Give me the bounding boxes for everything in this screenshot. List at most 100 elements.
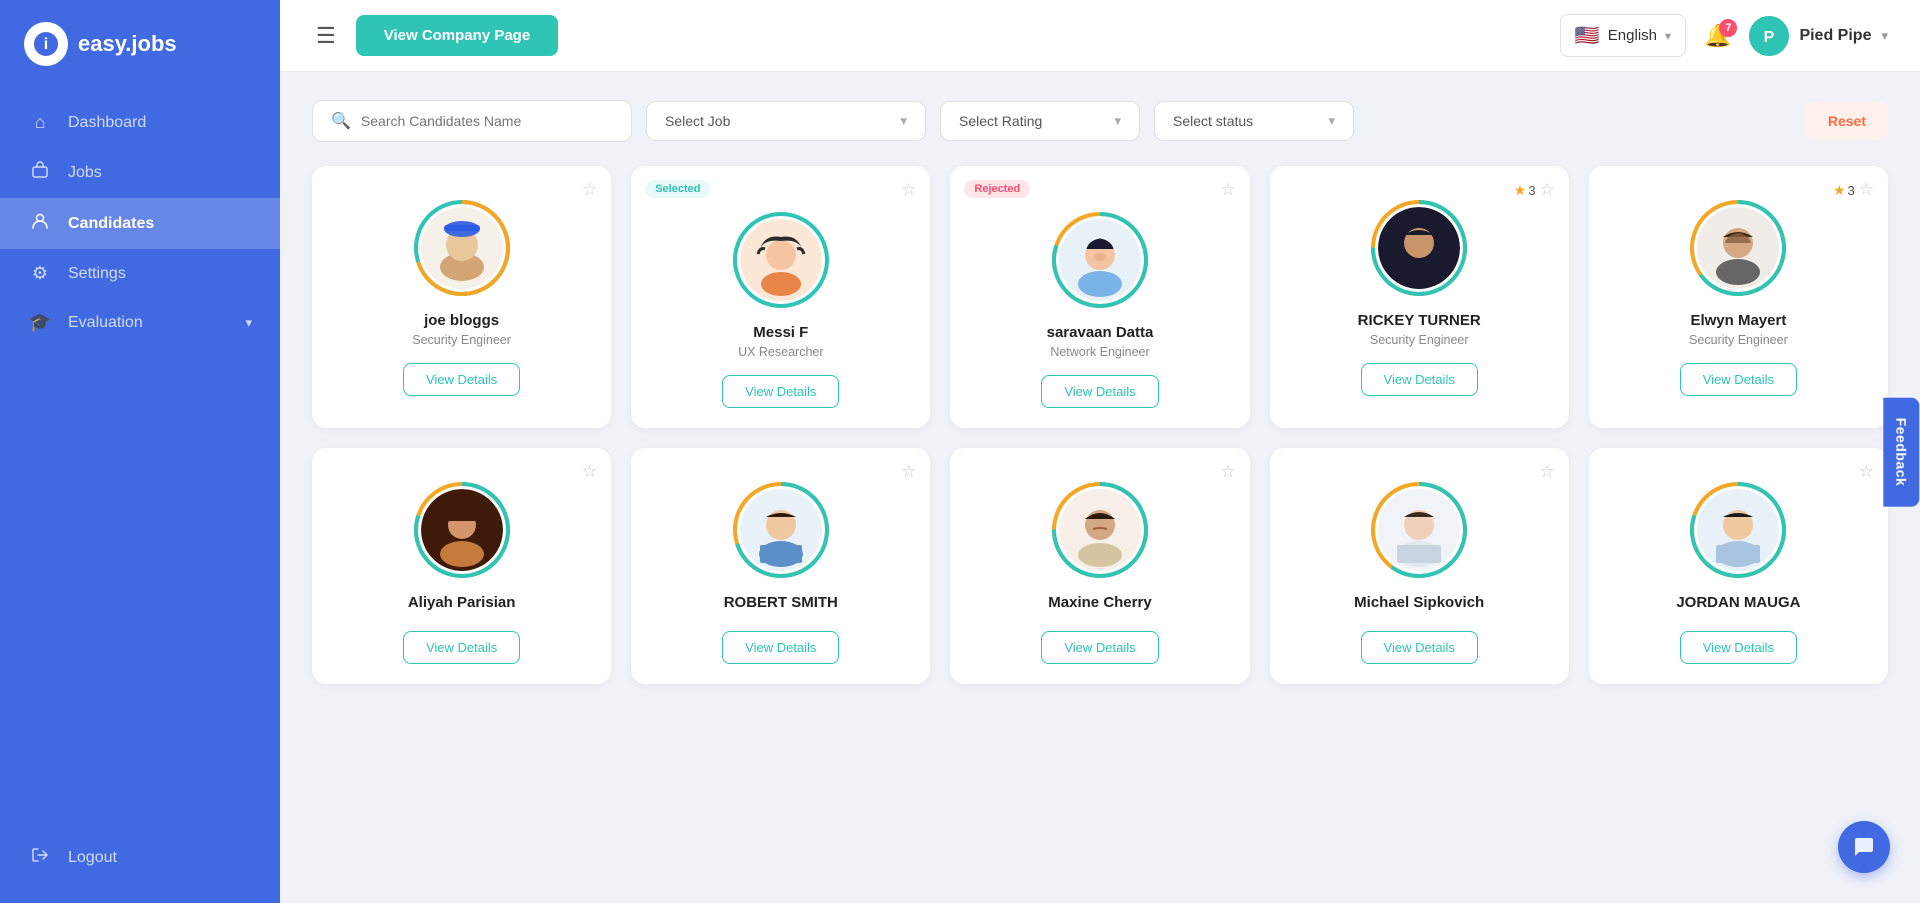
chat-button[interactable] [1838, 821, 1890, 873]
user-avatar: P [1749, 16, 1789, 56]
sidebar-logout-section: Logout [0, 816, 280, 893]
sidebar-logo: i easy.jobs [0, 0, 280, 88]
candidate-name: joe bloggs [424, 312, 499, 329]
rating-value: 3 [1848, 183, 1855, 198]
menu-button[interactable]: ☰ [312, 19, 340, 53]
avatar [421, 207, 503, 289]
view-details-button[interactable]: View Details [1041, 631, 1158, 664]
bookmark-icon[interactable]: ☆ [582, 180, 597, 200]
sidebar-item-dashboard[interactable]: ⌂ Dashboard [0, 98, 280, 147]
star-rating: ★ 3 [1833, 182, 1855, 199]
main-area: ☰ View Company Page 🇺🇸 English ▾ 🔔 7 P [280, 0, 1920, 903]
candidate-card: ☆ JORDAN MAUGA View Details [1589, 448, 1888, 684]
view-company-button[interactable]: View Company Page [356, 15, 558, 56]
avatar [740, 489, 822, 571]
user-name: Pied Pipe [1799, 27, 1871, 45]
app-name: easy.jobs [78, 31, 177, 57]
avatar-ring [1050, 210, 1150, 310]
view-details-button[interactable]: View Details [1041, 375, 1158, 408]
candidate-name: Michael Sipkovich [1354, 594, 1484, 611]
sidebar-item-evaluation[interactable]: 🎓 Evaluation ▾ [0, 298, 280, 347]
candidate-card: ☆ Maxine Cherry View Details [950, 448, 1249, 684]
notifications-button[interactable]: 🔔 7 [1704, 23, 1731, 49]
view-details-button[interactable]: View Details [722, 631, 839, 664]
svg-text:i: i [44, 36, 48, 53]
sidebar-item-label: Jobs [68, 164, 102, 182]
rating-dropdown-arrow: ▾ [1114, 113, 1121, 129]
bookmark-icon[interactable]: ☆ [1220, 462, 1235, 482]
card-top-right: ★ 3 ☆ [1514, 180, 1555, 200]
notification-badge: 7 [1719, 19, 1737, 37]
search-input[interactable] [361, 113, 613, 129]
avatar [740, 219, 822, 301]
header: ☰ View Company Page 🇺🇸 English ▾ 🔔 7 P [280, 0, 1920, 72]
search-icon: 🔍 [331, 111, 351, 131]
bookmark-icon[interactable]: ☆ [1540, 180, 1555, 200]
bookmark-icon[interactable]: ☆ [901, 462, 916, 482]
candidate-name: RICKEY TURNER [1358, 312, 1481, 329]
candidate-card: ☆ Michael Sipkovich View Details [1270, 448, 1569, 684]
svg-text:P: P [1764, 29, 1775, 46]
avatar-ring [1688, 480, 1788, 580]
select-status-dropdown[interactable]: Select status ▾ [1154, 101, 1354, 141]
candidate-card: Selected ☆ Messi F UX Researcher View De… [631, 166, 930, 428]
jobs-icon [28, 161, 52, 184]
avatar-ring [1050, 480, 1150, 580]
star-filled-icon: ★ [1833, 182, 1846, 199]
card-top-right: ☆ [1220, 180, 1235, 200]
avatar-ring [731, 210, 831, 310]
view-details-button[interactable]: View Details [403, 631, 520, 664]
view-details-button[interactable]: View Details [722, 375, 839, 408]
home-icon: ⌂ [28, 112, 52, 133]
sidebar-item-label: Settings [68, 265, 126, 283]
candidates-icon [28, 212, 52, 235]
select-rating-dropdown[interactable]: Select Rating ▾ [940, 101, 1140, 141]
candidate-name: JORDAN MAUGA [1676, 594, 1800, 611]
view-details-button[interactable]: View Details [1680, 631, 1797, 664]
header-right: 🇺🇸 English ▾ 🔔 7 P Pied Pipe ▾ [1560, 14, 1888, 57]
view-details-button[interactable]: View Details [1361, 363, 1478, 396]
candidate-card: ☆ ROBERT SMITH View Details [631, 448, 930, 684]
user-profile[interactable]: P Pied Pipe ▾ [1749, 16, 1888, 56]
bookmark-icon[interactable]: ☆ [1859, 462, 1874, 482]
view-details-button[interactable]: View Details [403, 363, 520, 396]
avatar [1059, 219, 1141, 301]
sidebar-item-label: Evaluation [68, 314, 143, 332]
avatar [421, 489, 503, 571]
view-details-button[interactable]: View Details [1680, 363, 1797, 396]
language-dropdown-arrow: ▾ [1665, 29, 1671, 43]
bookmark-icon[interactable]: ☆ [1220, 180, 1235, 200]
language-selector[interactable]: 🇺🇸 English ▾ [1560, 14, 1686, 57]
feedback-button[interactable]: Feedback [1884, 397, 1920, 506]
candidate-name: saravaan Datta [1047, 324, 1154, 341]
sidebar: i easy.jobs ⌂ Dashboard Jobs [0, 0, 280, 903]
sidebar-item-settings[interactable]: ⚙ Settings [0, 249, 280, 298]
star-rating: ★ 3 [1514, 182, 1536, 199]
bookmark-icon[interactable]: ☆ [582, 462, 597, 482]
sidebar-item-jobs[interactable]: Jobs [0, 147, 280, 198]
select-rating-label: Select Rating [959, 113, 1042, 129]
avatar [1697, 207, 1779, 289]
reset-button[interactable]: Reset [1806, 102, 1888, 140]
candidate-role: Network Engineer [1050, 345, 1149, 359]
bookmark-icon[interactable]: ☆ [1540, 462, 1555, 482]
card-top-right: ☆ [1859, 462, 1874, 482]
bookmark-icon[interactable]: ☆ [901, 180, 916, 200]
view-details-button[interactable]: View Details [1361, 631, 1478, 664]
logo-icon: i [24, 22, 68, 66]
sidebar-item-label: Dashboard [68, 114, 146, 132]
select-job-dropdown[interactable]: Select Job ▾ [646, 101, 926, 141]
candidate-badge: Rejected [964, 180, 1030, 198]
card-top-right: ☆ [901, 180, 916, 200]
job-dropdown-arrow: ▾ [900, 113, 907, 129]
flag-icon: 🇺🇸 [1575, 23, 1600, 48]
candidate-name: Aliyah Parisian [408, 594, 516, 611]
avatar-ring [1688, 198, 1788, 298]
bookmark-icon[interactable]: ☆ [1859, 180, 1874, 200]
sidebar-item-logout[interactable]: Logout [0, 832, 280, 883]
sidebar-item-candidates[interactable]: Candidates [0, 198, 280, 249]
search-box: 🔍 [312, 100, 632, 142]
avatar [1378, 489, 1460, 571]
avatar-ring [1369, 480, 1469, 580]
sidebar-item-label: Logout [68, 849, 117, 867]
